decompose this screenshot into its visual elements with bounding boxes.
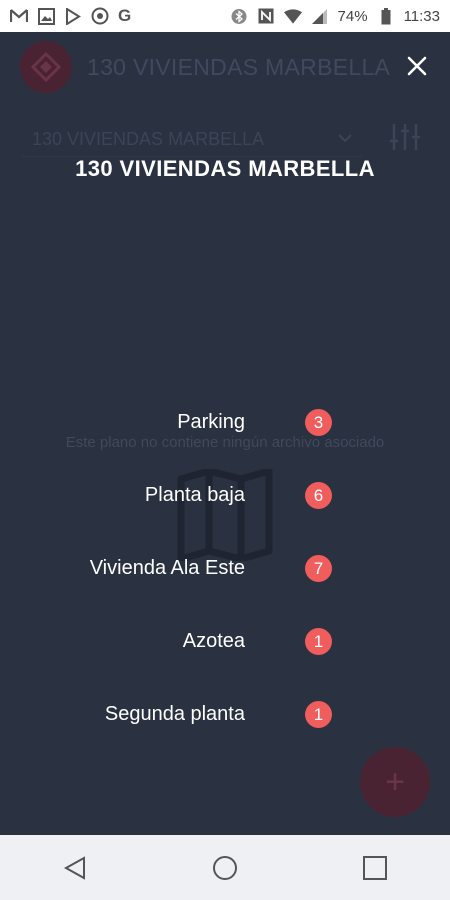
bluetooth-icon xyxy=(230,7,248,25)
gmail-icon xyxy=(10,7,28,25)
home-button[interactable] xyxy=(205,848,245,888)
count-badge: 7 xyxy=(305,555,332,582)
google-icon: G xyxy=(118,6,132,25)
wifi-icon xyxy=(283,7,302,25)
floor-label: Vivienda Ala Este xyxy=(89,557,245,579)
floor-list: Parking 3 Planta baja 6 Vivienda Ala Est… xyxy=(0,405,450,770)
floor-label: Segunda planta xyxy=(104,703,245,725)
image-icon xyxy=(37,7,55,25)
recents-square-icon xyxy=(363,855,387,880)
count-badge: 3 xyxy=(305,409,332,436)
recents-button[interactable] xyxy=(355,848,395,888)
floor-label: Parking xyxy=(177,411,245,433)
floor-label: Azotea xyxy=(182,630,245,652)
floor-selector-overlay: 130 VIVIENDAS MARBELLA Parking 3 Planta … xyxy=(0,32,450,835)
back-button[interactable] xyxy=(55,848,95,888)
floor-item-segunda-planta[interactable]: Segunda planta 1 xyxy=(0,697,450,770)
battery-percent: 74% xyxy=(337,7,368,25)
count-badge: 1 xyxy=(305,701,332,728)
count-badge: 6 xyxy=(305,482,332,509)
floor-item-vivienda-ala-este[interactable]: Vivienda Ala Este 7 xyxy=(0,551,450,624)
count-badge: 1 xyxy=(305,628,332,655)
floor-item-parking[interactable]: Parking 3 xyxy=(0,405,450,478)
floor-item-planta-baja[interactable]: Planta baja 6 xyxy=(0,478,450,551)
back-triangle-icon xyxy=(63,855,85,880)
close-button[interactable] xyxy=(401,50,433,82)
signal-icon xyxy=(311,7,329,25)
floor-label: Planta baja xyxy=(144,484,245,506)
camera-icon xyxy=(91,7,109,25)
system-navigation-bar xyxy=(0,835,450,900)
status-bar: G 74% 11:33 xyxy=(0,0,450,32)
clock: 11:33 xyxy=(403,7,440,25)
close-icon xyxy=(407,56,427,76)
nfc-icon xyxy=(257,7,275,25)
overlay-title: 130 VIVIENDAS MARBELLA xyxy=(75,156,375,181)
floor-item-azotea[interactable]: Azotea 1 xyxy=(0,624,450,697)
battery-icon xyxy=(377,7,395,25)
play-store-icon xyxy=(64,7,82,25)
home-circle-icon xyxy=(213,855,237,880)
